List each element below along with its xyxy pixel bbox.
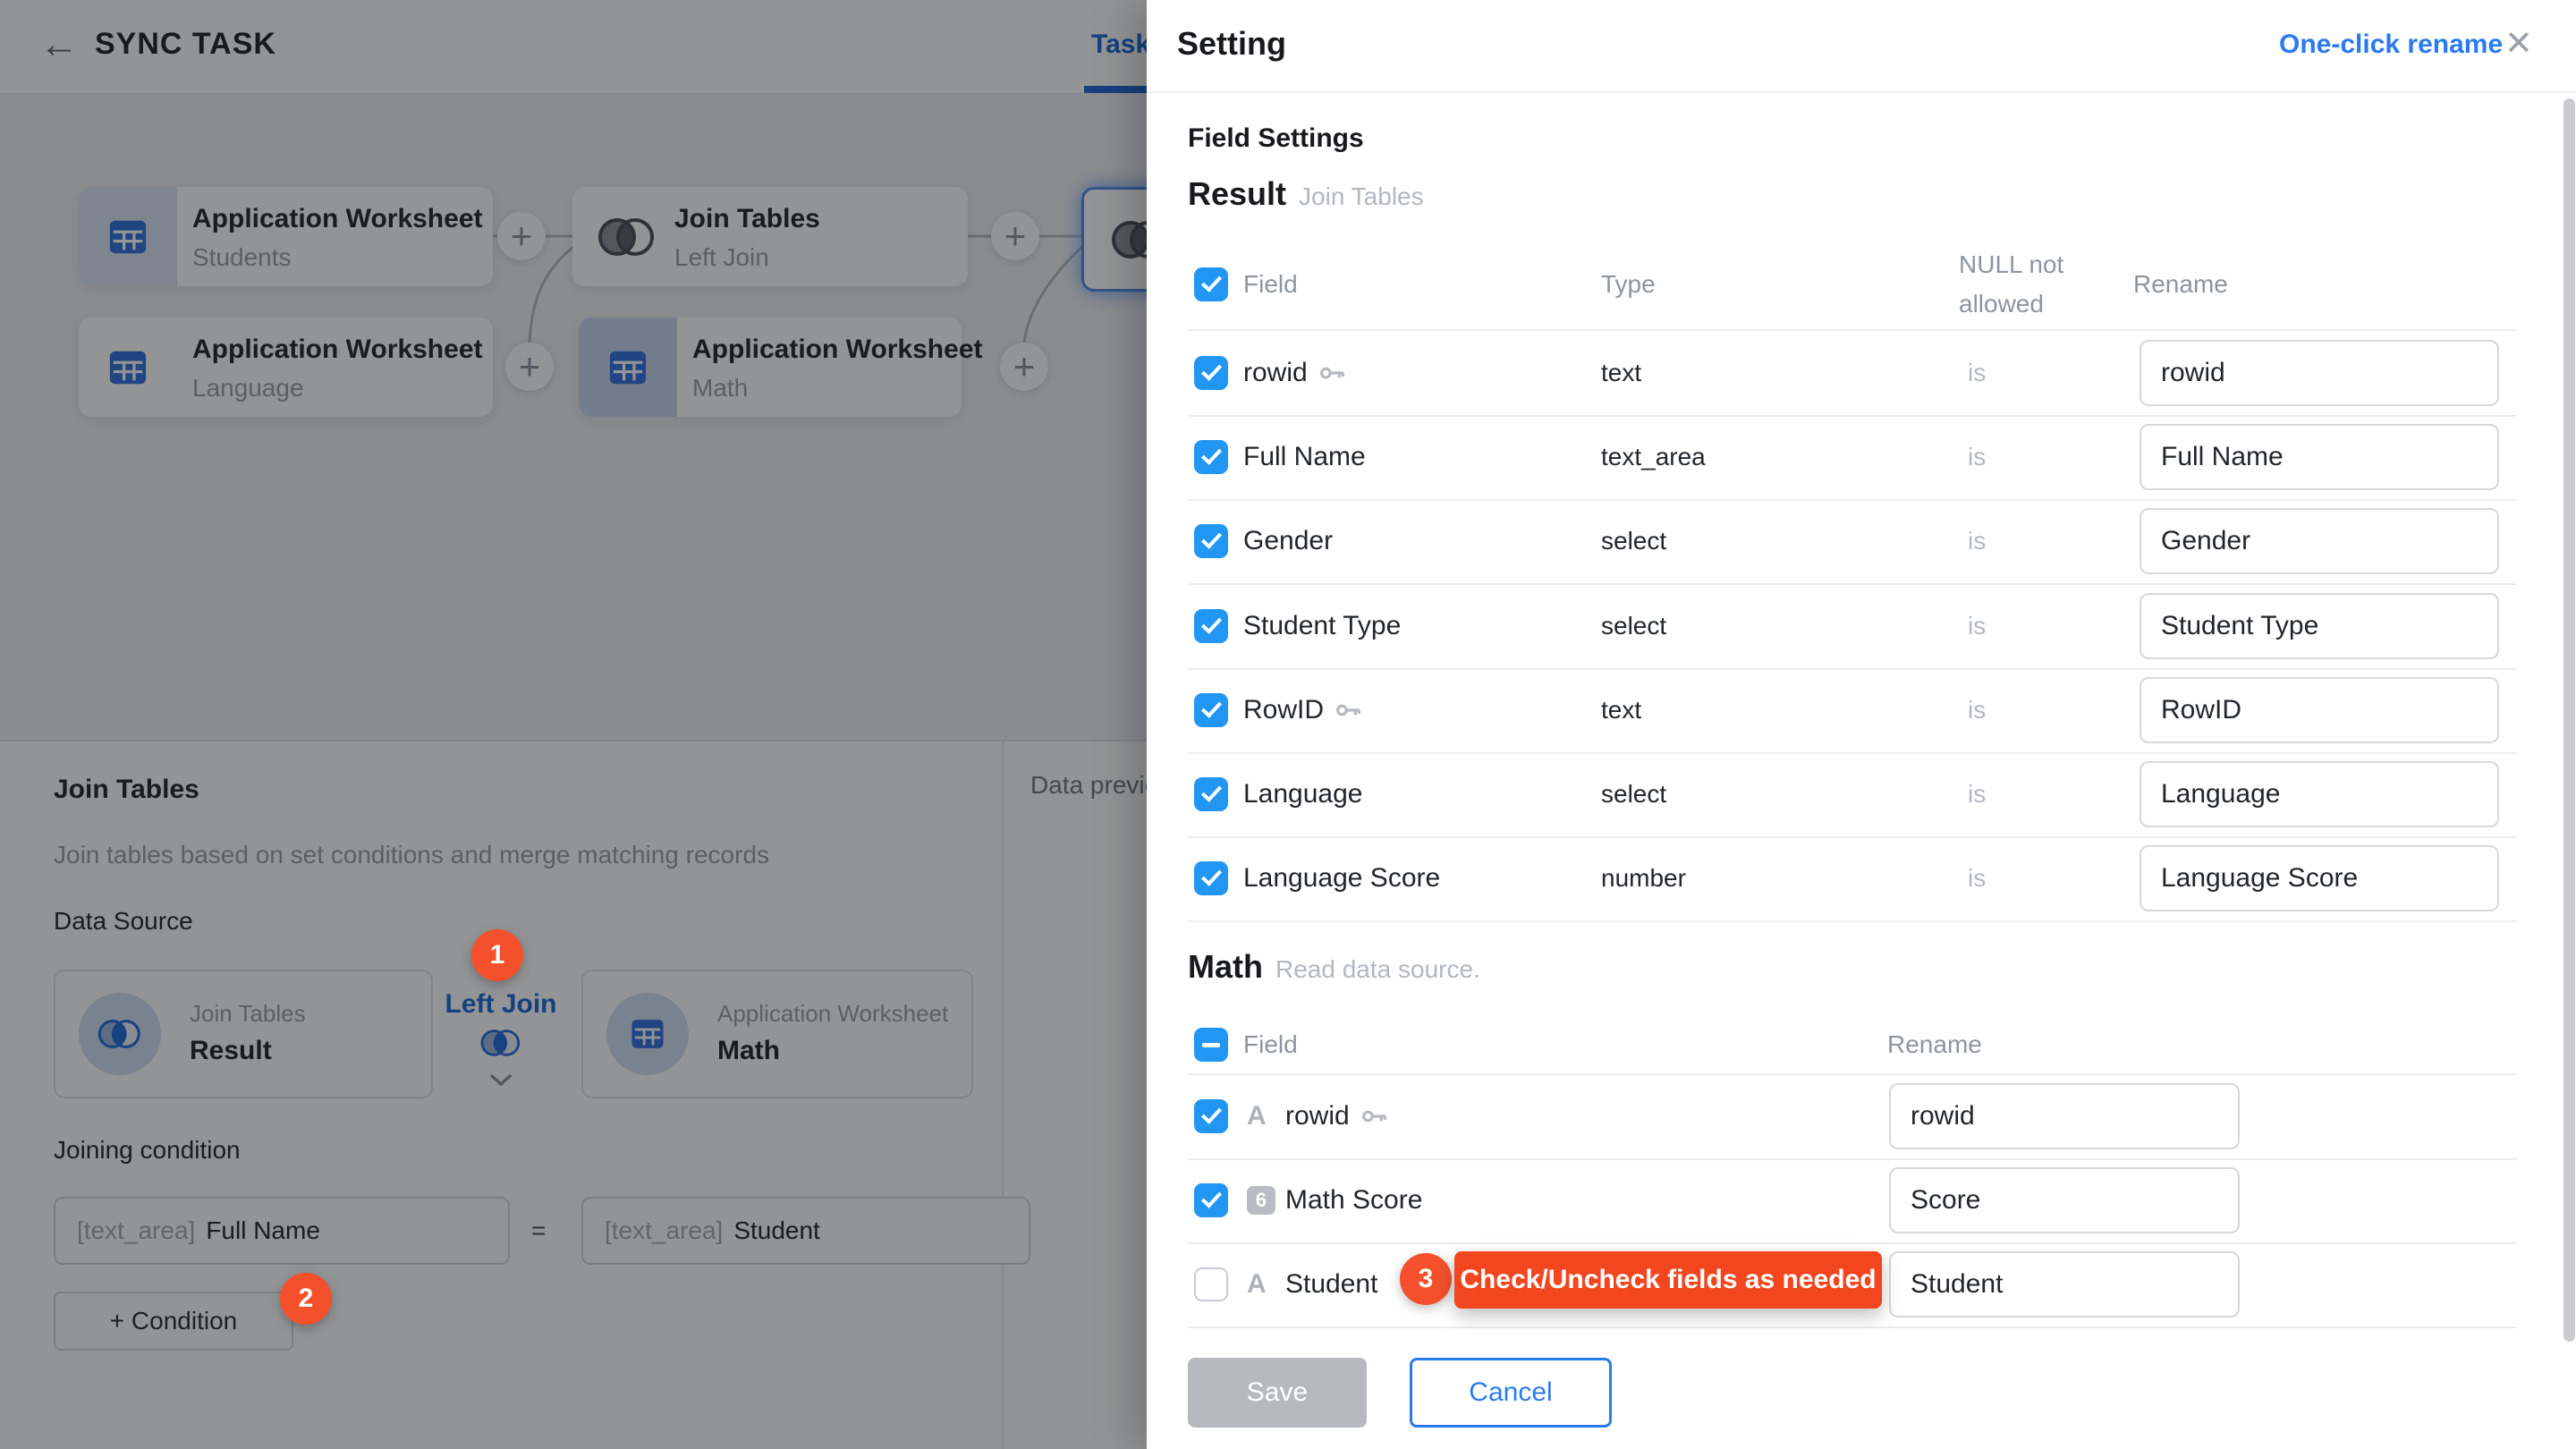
rename-input[interactable] (2140, 761, 2499, 827)
rename-input[interactable] (2140, 340, 2499, 406)
field-type-icon: A (1247, 1269, 1267, 1300)
field-row: Student Type select is (1147, 584, 2576, 668)
field-row: RowID text is (1147, 668, 2576, 752)
field-checkbox[interactable] (1194, 777, 1228, 811)
rename-input[interactable] (2140, 508, 2499, 574)
field-type: select (1601, 612, 1666, 640)
one-click-rename-link[interactable]: One-click rename (2279, 30, 2503, 60)
result-section-title: Result Join Tables (1188, 175, 1424, 213)
field-name: Full Name (1243, 442, 1366, 472)
rename-input[interactable] (2140, 424, 2499, 490)
section-subtitle: Join Tables (1299, 182, 1424, 210)
field-type: select (1601, 780, 1666, 809)
tutorial-tooltip: Check/Uncheck fields as needed (1454, 1251, 1882, 1309)
column-header-null: NULL not allowed (1959, 245, 2111, 324)
row-divider (1188, 1326, 2517, 1328)
field-type-icon: A (1247, 1101, 1267, 1131)
field-checkbox[interactable] (1194, 356, 1228, 390)
column-header-field: Field (1243, 270, 1298, 299)
modal-overlay (0, 0, 1147, 1449)
section-name: Result (1188, 175, 1286, 212)
field-name: rowid (1285, 1101, 1350, 1131)
rename-input[interactable] (2140, 677, 2499, 743)
field-row: Gender select is (1147, 499, 2576, 583)
field-checkbox[interactable] (1194, 1183, 1228, 1217)
field-checkbox[interactable] (1194, 861, 1228, 895)
field-type: text (1601, 696, 1641, 724)
null-operator: is (1968, 443, 1986, 471)
tutorial-badge-1: 1 (471, 929, 523, 981)
setting-title: Setting (1177, 25, 1286, 63)
column-header-rename: Rename (2133, 270, 2228, 299)
math-section-title: Math Read data source. (1188, 948, 1480, 986)
result-table-header: Field Type NULL not allowed Rename (1147, 240, 2576, 329)
field-name: RowID (1243, 695, 1324, 725)
field-row: Full Name text_area is (1147, 415, 2576, 499)
field-name: rowid (1243, 358, 1308, 388)
rename-input[interactable] (2140, 845, 2499, 911)
field-checkbox[interactable] (1194, 440, 1228, 474)
field-checkbox[interactable] (1194, 693, 1228, 727)
field-checkbox[interactable] (1194, 609, 1228, 643)
select-all-checkbox[interactable] (1194, 267, 1228, 301)
column-header-type: Type (1601, 270, 1656, 299)
setting-header: Setting One-click rename ✕ (1147, 0, 2576, 93)
field-name: Language Score (1243, 863, 1440, 894)
field-row: Language select is (1147, 752, 2576, 836)
close-icon[interactable]: ✕ (2504, 23, 2533, 64)
null-operator: is (1968, 612, 1986, 640)
null-operator: is (1968, 527, 1986, 555)
field-row: rowid text is (1147, 331, 2576, 415)
column-header-rename: Rename (1887, 1030, 1982, 1059)
field-checkbox[interactable] (1194, 1267, 1228, 1301)
section-name: Math (1188, 948, 1263, 985)
tutorial-badge-2: 2 (280, 1273, 332, 1325)
field-type-icon: 6 (1247, 1186, 1275, 1215)
field-name: Student Type (1243, 611, 1401, 641)
save-button[interactable]: Save (1188, 1358, 1367, 1428)
null-operator: is (1968, 696, 1986, 724)
null-operator: is (1968, 864, 1986, 893)
null-operator: is (1968, 359, 1986, 387)
setting-panel: Setting One-click rename ✕ Field Setting… (1147, 0, 2576, 1449)
field-name: Language (1243, 779, 1362, 809)
key-icon (1360, 1105, 1389, 1128)
rename-input[interactable] (1889, 1251, 2240, 1318)
field-checkbox[interactable] (1194, 524, 1228, 558)
field-row: 6 Math Score (1147, 1158, 2576, 1242)
column-header-field: Field (1243, 1030, 1298, 1059)
field-settings-title: Field Settings (1188, 123, 1364, 154)
cancel-button[interactable]: Cancel (1410, 1358, 1612, 1428)
select-all-checkbox[interactable] (1194, 1028, 1228, 1062)
rename-input[interactable] (2140, 593, 2499, 659)
key-icon (1318, 361, 1347, 385)
screen: ← SYNC TASK Task Application Worksheet S… (0, 0, 2576, 1449)
field-name: Math Score (1285, 1185, 1422, 1216)
field-name: Student (1285, 1269, 1377, 1300)
field-row: Language Score number is (1147, 836, 2576, 920)
field-type: text (1601, 359, 1641, 387)
null-operator: is (1968, 780, 1986, 809)
key-icon (1335, 699, 1363, 722)
field-row: A rowid (1147, 1074, 2576, 1158)
field-type: select (1601, 527, 1666, 555)
rename-input[interactable] (1889, 1083, 2240, 1149)
field-checkbox[interactable] (1194, 1099, 1228, 1133)
field-type: text_area (1601, 443, 1706, 471)
field-type: number (1601, 864, 1686, 893)
rename-input[interactable] (1889, 1167, 2240, 1233)
row-divider (1188, 920, 2517, 922)
field-name: Gender (1243, 526, 1333, 556)
tutorial-badge-3: 3 (1400, 1253, 1452, 1305)
section-subtitle: Read data source. (1275, 955, 1480, 983)
